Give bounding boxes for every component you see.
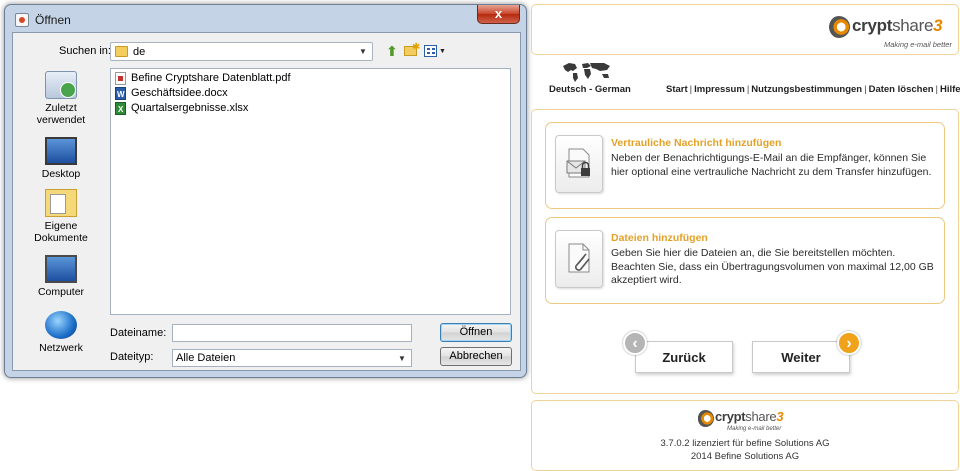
back-button[interactable]: Zurück (635, 341, 733, 373)
card-title: Vertrauliche Nachricht hinzufügen (611, 137, 782, 149)
filename-label: Dateiname: (110, 327, 167, 339)
chevron-right-icon[interactable]: › (837, 331, 861, 355)
file-name: Befine Cryptshare Datenblatt.pdf (131, 72, 291, 84)
top-nav: Start | Impressum | Nutzungsbestimmungen | Dat… (666, 84, 960, 95)
language-selector[interactable]: Deutsch - German (549, 84, 631, 95)
nav-link-start[interactable]: Start (666, 84, 688, 95)
chevron-left-icon[interactable]: ‹ (623, 331, 647, 355)
filetype-value: Alle Dateien (176, 352, 236, 364)
place-network[interactable]: Netzwerk (13, 311, 109, 354)
license-info: 3.7.0.2 lizenziert für befine Solutions … (531, 437, 959, 463)
place-label: Eigene Dokumente (34, 220, 88, 244)
place-label: Desktop (41, 168, 81, 180)
logo-wordmark: cryptshare3 (852, 16, 943, 36)
card-title: Dateien hinzufügen (611, 232, 708, 244)
chevron-down-icon[interactable]: ▼ (395, 352, 409, 365)
look-in-value: de (133, 46, 146, 58)
place-documents[interactable]: Eigene Dokumente (13, 189, 109, 244)
file-open-dialog: Öffnen x Suchen in: de ▼ ⬆ ✱ ▼ Zuletzt v… (4, 4, 527, 378)
excel-file-icon (115, 102, 126, 117)
new-folder-icon[interactable]: ✱ (403, 42, 420, 59)
up-one-level-icon[interactable]: ⬆ (384, 43, 400, 59)
place-desktop[interactable]: Desktop (13, 137, 109, 180)
network-icon (45, 311, 77, 339)
nav-link-help[interactable]: Hilfe (940, 84, 960, 95)
look-in-label: Suchen in: (59, 45, 111, 57)
chevron-down-icon[interactable]: ▼ (356, 45, 370, 58)
copyright-line: 2014 Befine Solutions AG (690, 451, 800, 462)
dialog-titlebar[interactable]: Öffnen x (5, 5, 526, 31)
place-recent[interactable]: Zuletzt verwendet (13, 71, 109, 126)
filename-input[interactable] (172, 324, 412, 342)
java-app-icon (15, 13, 29, 27)
logo-tagline: Making e-mail better (727, 426, 782, 432)
cancel-button[interactable]: Abbrechen (440, 347, 512, 366)
mail-lock-icon (555, 135, 603, 193)
places-bar: Zuletzt verwendet Desktop Eigene Dokumen… (13, 67, 109, 367)
filetype-dropdown[interactable]: Alle Dateien ▼ (172, 349, 412, 367)
computer-icon (45, 255, 77, 283)
close-icon: x (494, 6, 503, 21)
pdf-file-icon (115, 72, 126, 85)
folder-icon (115, 46, 128, 57)
nav-link-delete-data[interactable]: Daten löschen (869, 84, 934, 95)
file-list[interactable]: Befine Cryptshare Datenblatt.pdf Geschäf… (110, 68, 511, 315)
add-confidential-message-card[interactable]: Vertrauliche Nachricht hinzufügen Neben … (545, 122, 945, 209)
place-computer[interactable]: Computer (13, 255, 109, 298)
recent-places-icon (45, 71, 77, 99)
logo-tagline: Making e-mail better (884, 40, 952, 49)
footer-cryptshare-logo: cryptshare3 Making e-mail better (697, 408, 797, 434)
logo-word-share: share (745, 409, 777, 424)
logo-swirl-icon (697, 410, 714, 427)
logo-word-crypt: crypt (852, 16, 893, 35)
view-menu-icon[interactable]: ▼ (423, 43, 446, 59)
card-description: Geben Sie hier die Dateien an, die Sie b… (611, 247, 934, 286)
nav-link-impressum[interactable]: Impressum (694, 84, 745, 95)
logo-swirl-icon (828, 16, 850, 38)
place-label: Computer (37, 286, 85, 298)
logo-version-mark: 3 (933, 16, 943, 35)
logo-wordmark: cryptshare3 (715, 409, 784, 424)
add-files-card[interactable]: Dateien hinzufügen Geben Sie hier die Da… (545, 217, 945, 304)
dialog-client-area: Suchen in: de ▼ ⬆ ✱ ▼ Zuletzt verwendet … (12, 32, 521, 371)
open-button[interactable]: Öffnen (440, 323, 512, 342)
desktop-icon (45, 137, 77, 165)
documents-folder-icon (45, 189, 77, 217)
look-in-dropdown[interactable]: de ▼ (110, 42, 373, 61)
close-button[interactable]: x (477, 5, 520, 24)
logo-word-share: share (892, 16, 934, 35)
logo-word-crypt: crypt (715, 409, 746, 424)
document-attachment-icon (555, 230, 603, 288)
card-description: Neben der Benachrichtigungs-E-Mail an di… (611, 152, 932, 178)
word-file-icon (115, 87, 126, 102)
dialog-title: Öffnen (35, 13, 71, 27)
cryptshare-logo[interactable]: cryptshare3 Making e-mail better (828, 14, 952, 54)
filetype-label: Dateityp: (110, 351, 154, 363)
file-name: Quartalsergebnisse.xlsx (131, 102, 249, 114)
file-name: Geschäftsidee.docx (131, 87, 228, 99)
logo-version-mark: 3 (776, 409, 784, 424)
next-button[interactable]: Weiter (752, 341, 850, 373)
nav-link-terms[interactable]: Nutzungsbestimmungen (751, 84, 862, 95)
place-label: Netzwerk (39, 342, 83, 354)
place-label: Zuletzt verwendet (36, 102, 86, 126)
license-line: 3.7.0.2 lizenziert für befine Solutions … (660, 438, 830, 449)
world-map-icon[interactable] (560, 60, 614, 84)
